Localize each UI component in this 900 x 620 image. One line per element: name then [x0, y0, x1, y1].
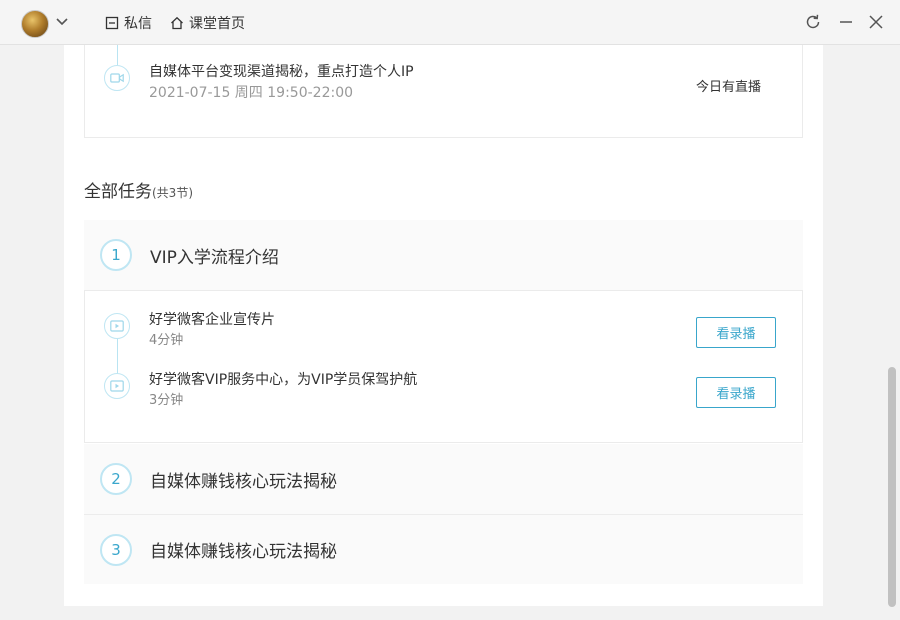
section-count: (共3节): [152, 186, 193, 200]
watch-replay-button[interactable]: 看录播: [696, 317, 776, 348]
lesson-duration: 4分钟: [149, 333, 184, 348]
minimize-icon[interactable]: [836, 12, 856, 32]
nav-classroom-home[interactable]: 课堂首页: [170, 13, 245, 33]
chevron-down-icon[interactable]: [55, 14, 69, 28]
scrollbar-thumb[interactable]: [888, 367, 896, 607]
home-icon: [171, 16, 183, 30]
chapter-title: 自媒体赚钱核心玩法揭秘: [150, 542, 337, 562]
chapter-number: 2: [100, 463, 132, 495]
lesson-duration: 3分钟: [149, 393, 184, 408]
course-content-panel: 自媒体平台变现渠道揭秘，重点打造个人IP 2021-07-15 周四 19:50…: [64, 45, 823, 606]
section-title-text: 全部任务: [84, 182, 152, 202]
live-status: 今日有直播: [696, 80, 762, 95]
play-video-icon: [104, 373, 130, 399]
watch-replay-button[interactable]: 看录播: [696, 377, 776, 408]
section-title: 全部任务(共3节): [84, 177, 193, 202]
chapter-1-lessons: 好学微客企业宣传片 4分钟 看录播 好学微客VIP服务中心，为VIP学员保驾护航…: [84, 290, 803, 443]
avatar[interactable]: [21, 10, 49, 38]
live-title[interactable]: 自媒体平台变现渠道揭秘，重点打造个人IP: [149, 61, 414, 81]
title-bar: 私信 课堂首页: [0, 0, 900, 45]
chapter-2[interactable]: 2 自媒体赚钱核心玩法揭秘: [84, 444, 803, 514]
chapter-number: 3: [100, 533, 132, 566]
lesson-title[interactable]: 好学微客企业宣传片: [149, 309, 275, 329]
nav-private-message[interactable]: 私信: [105, 13, 152, 33]
chapter-1[interactable]: 1 VIP入学流程介绍: [84, 220, 803, 290]
live-time: 2021-07-15 周四 19:50-22:00: [149, 85, 354, 101]
play-video-icon: [104, 313, 130, 339]
nav-private-message-label: 私信: [124, 16, 152, 32]
video-camera-icon: [104, 65, 130, 91]
close-icon[interactable]: [866, 12, 886, 32]
message-icon: [105, 16, 119, 30]
chapter-number: 1: [100, 239, 132, 271]
chapter-title: VIP入学流程介绍: [150, 247, 279, 268]
vertical-scrollbar[interactable]: [884, 45, 900, 620]
chapter-title: 自媒体赚钱核心玩法揭秘: [150, 471, 337, 492]
nav-classroom-home-label: 课堂首页: [189, 16, 245, 32]
refresh-icon[interactable]: [803, 12, 823, 32]
timeline-connector: [117, 45, 118, 65]
lesson-title[interactable]: 好学微客VIP服务中心，为VIP学员保驾护航: [149, 369, 417, 389]
live-schedule-card: 自媒体平台变现渠道揭秘，重点打造个人IP 2021-07-15 周四 19:50…: [84, 45, 803, 138]
chapter-3[interactable]: 3 自媒体赚钱核心玩法揭秘: [84, 514, 803, 584]
